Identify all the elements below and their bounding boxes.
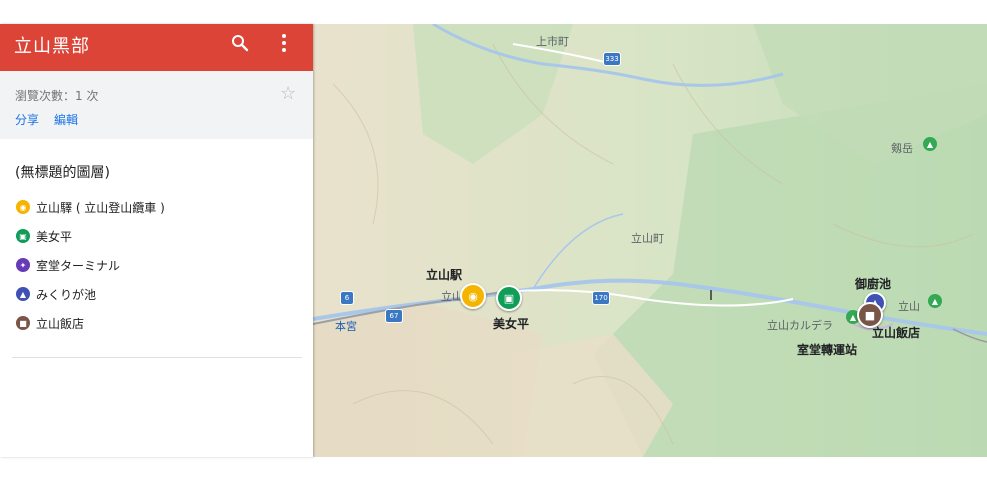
peak-label-tsurugi: 剱岳 (891, 142, 913, 155)
map-sidebar: 立山黑部 瀏覽次數：1 次 ☆ 分享 編輯 (無標題的圖層) ◉ 立山驛 ( 立… (0, 24, 313, 457)
map-title[interactable]: 立山黑部 (14, 32, 90, 58)
place-label-tateyama-station: 立山駅 (426, 268, 463, 282)
train-icon: ◉ (16, 200, 30, 214)
list-item-mikurigaike[interactable]: ▲ みくりが池 (16, 285, 96, 303)
sidebar-header: 立山黑部 (0, 24, 313, 71)
route-shield-333: 333 (603, 52, 621, 66)
route-shield-6: 6 (340, 291, 354, 305)
place-label-caldera: 立山カルデラ (767, 319, 833, 332)
list-item-label: 室堂ターミナル (36, 258, 121, 273)
town-label-tateyamamachi: 立山町 (631, 232, 664, 245)
route-shield-67: 67 (385, 309, 403, 323)
train-marker[interactable]: ◉ (460, 283, 486, 309)
place-label-mikurigaike: 御廚池 (855, 277, 892, 291)
list-item-label: みくりが池 (36, 287, 97, 302)
map-info: 瀏覽次數：1 次 ☆ 分享 編輯 (0, 71, 313, 139)
divider (12, 357, 302, 358)
list-item-tateyama-station[interactable]: ◉ 立山驛 ( 立山登山纜車 ) (16, 198, 165, 216)
mountain-icon: ▲ (923, 137, 937, 151)
more-options-icon[interactable] (272, 31, 296, 55)
list-item-label: 立山飯店 (36, 316, 85, 331)
share-link[interactable]: 分享 (15, 111, 39, 128)
route-shield-170: 170 (592, 291, 610, 305)
hiker-icon: ✦ (16, 258, 30, 272)
view-count: 瀏覽次數：1 次 (15, 89, 99, 103)
map-canvas[interactable]: 上市町 333 剱岳 ▲ 立山町 立山駅 立山 ◉ ▣ 美女平 170 6 67… (313, 24, 987, 457)
list-item-murodo-terminal[interactable]: ✦ 室堂ターミナル (16, 256, 120, 274)
layer-title[interactable]: (無標題的圖層) (15, 162, 110, 182)
place-label-bijodaira: 美女平 (493, 317, 530, 331)
star-icon[interactable]: ☆ (280, 83, 296, 104)
edit-link[interactable]: 編輯 (54, 111, 78, 128)
search-icon[interactable] (228, 31, 252, 55)
hotel-icon: ■ (16, 316, 30, 330)
list-item-bijodaira[interactable]: ▣ 美女平 (16, 227, 72, 245)
list-item-label: 美女平 (36, 229, 73, 244)
mountain-icon: ▲ (928, 294, 942, 308)
bus-marker[interactable]: ▣ (496, 285, 522, 311)
list-item-label: 立山驛 ( 立山登山纜車 ) (36, 200, 165, 215)
place-label-hotel: 立山飯店 (872, 326, 921, 340)
list-item-tateyama-hotel[interactable]: ■ 立山飯店 (16, 314, 84, 332)
town-label-kamiichi: 上市町 (536, 35, 569, 48)
lodging-icon: ▲ (16, 287, 30, 301)
bus-icon: ▣ (16, 229, 30, 243)
place-label-murodo: 室堂轉運站 (797, 343, 858, 357)
station-label-honmiya: 本宮 (335, 320, 357, 333)
peak-label-tateyama: 立山 (898, 300, 920, 313)
